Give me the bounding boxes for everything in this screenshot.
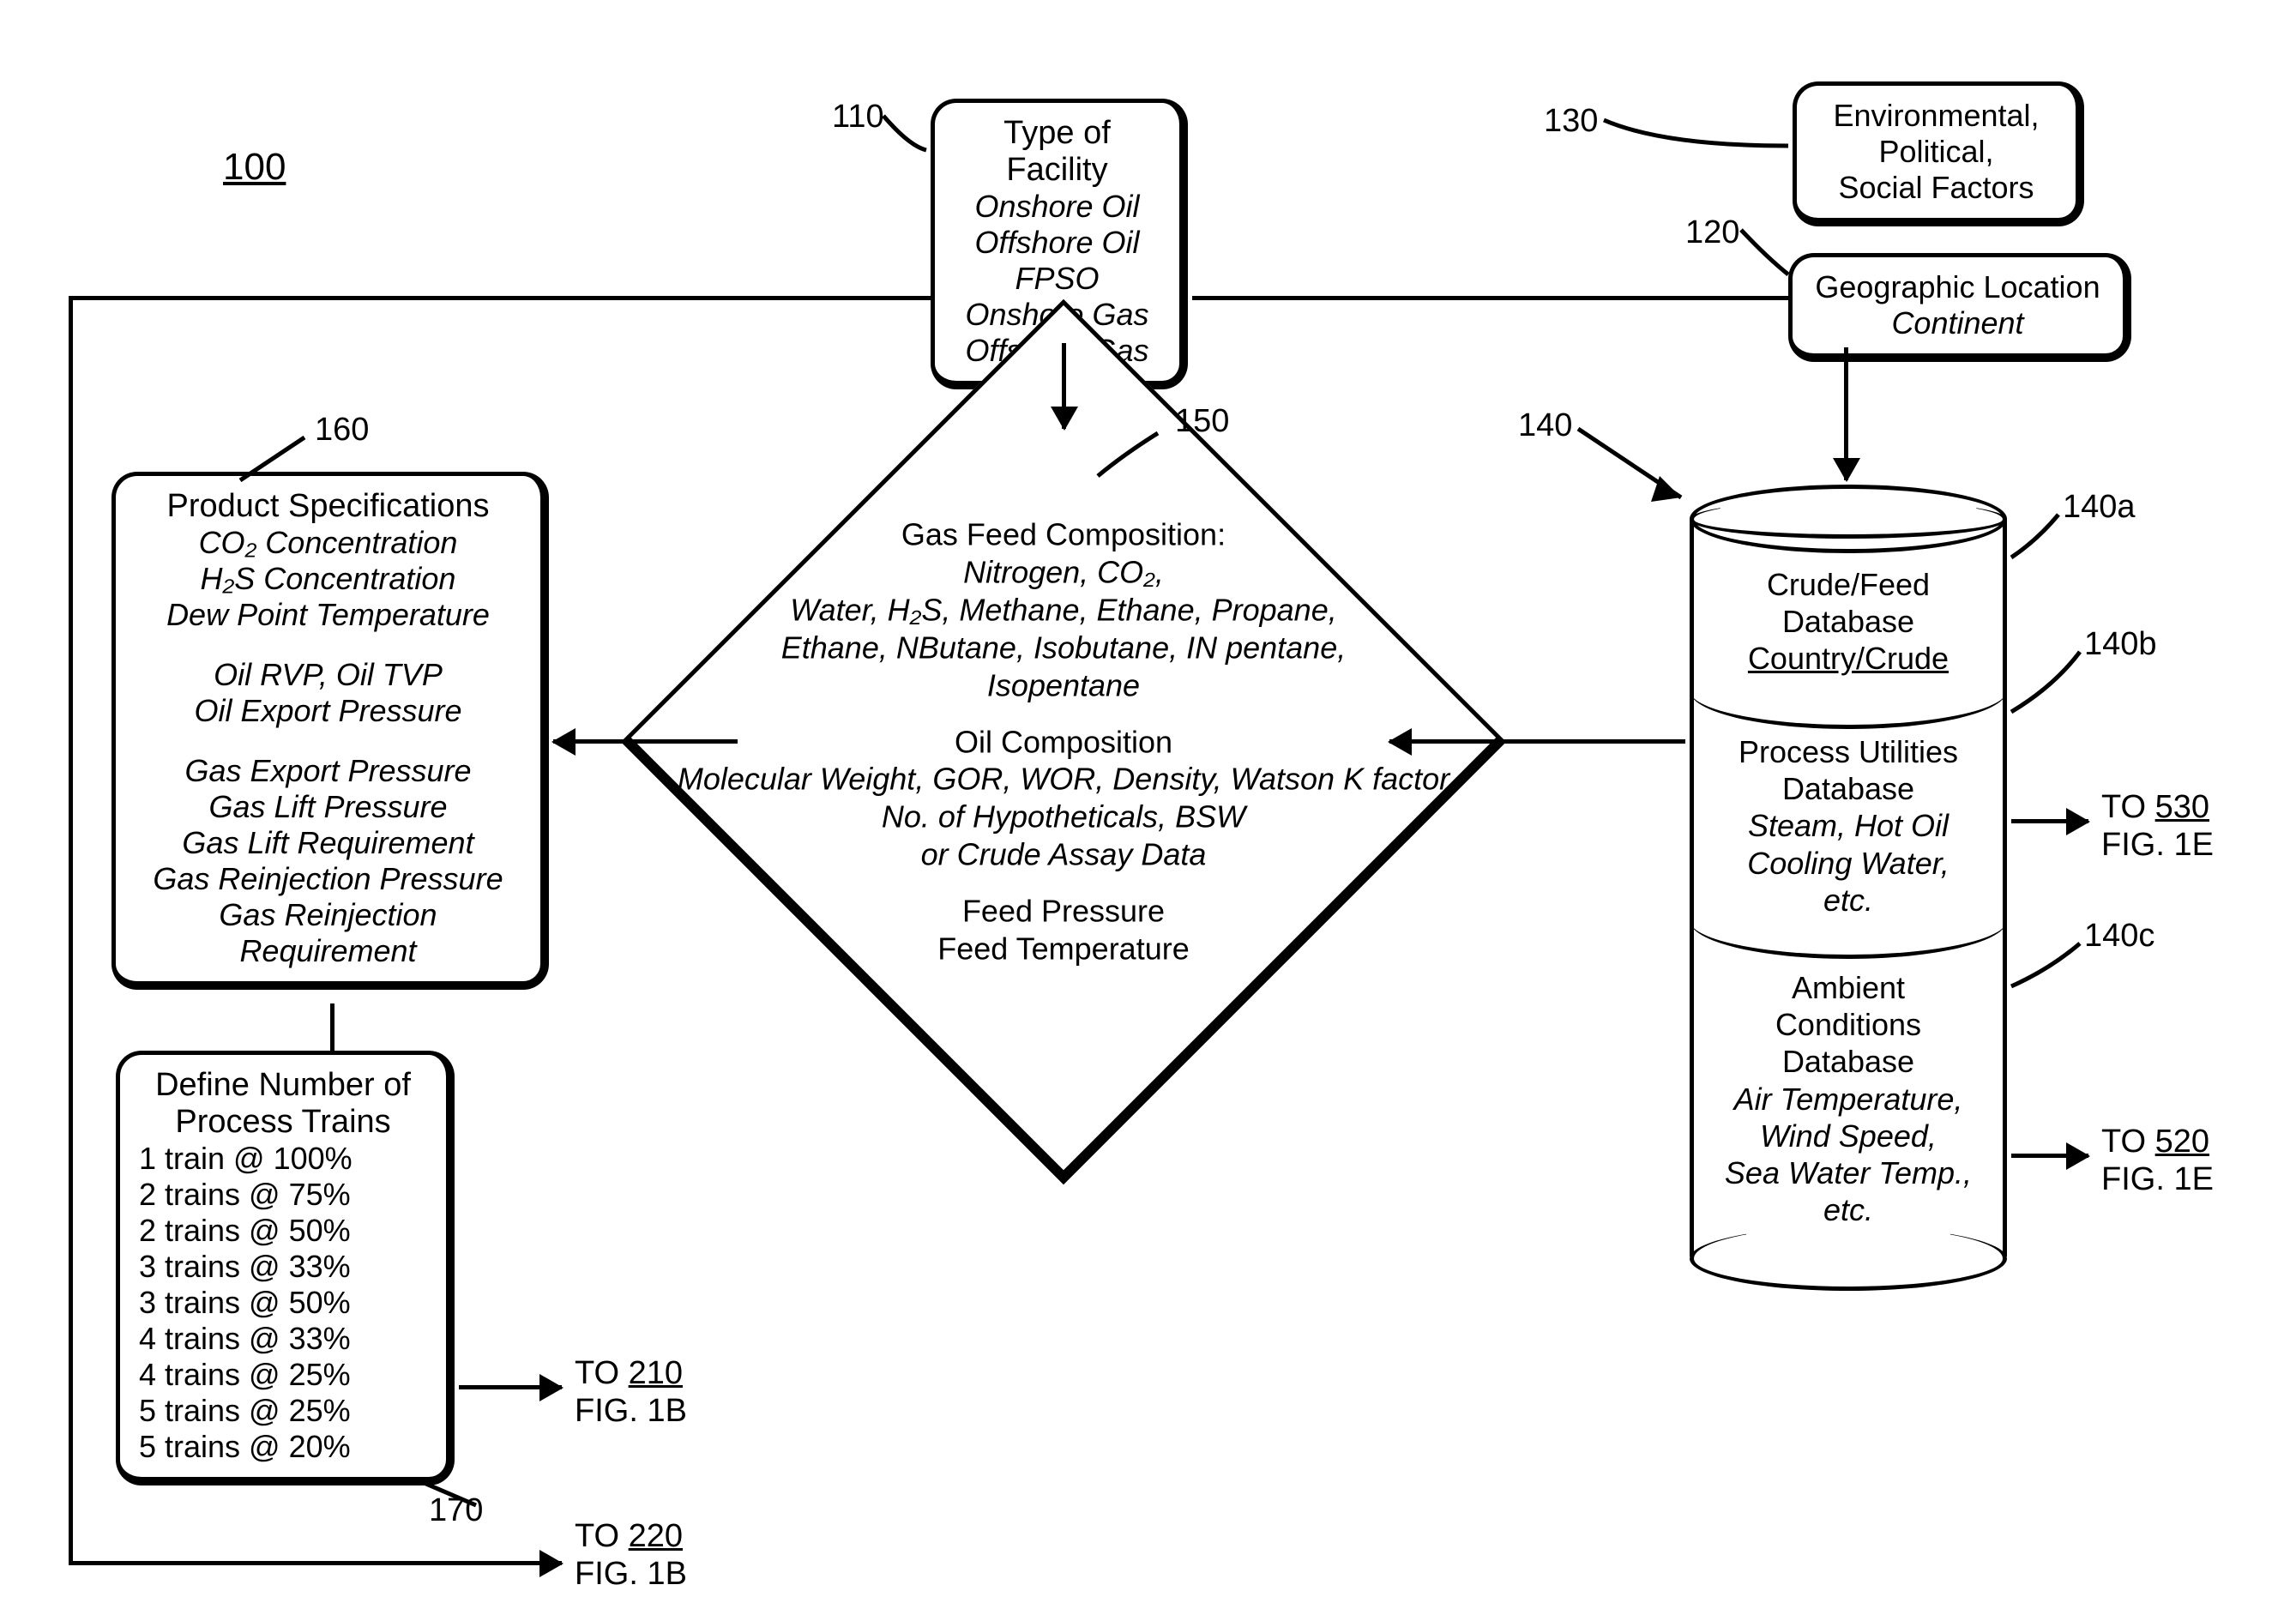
- arrow-150-to-160: [553, 739, 738, 744]
- cylinder-top-inner: [1690, 500, 2007, 539]
- outlink-530: TO 530 FIG. 1E: [2101, 789, 2214, 864]
- d150-g1-l4: Isopentane: [563, 666, 1564, 704]
- d150-g3-l1: Feed Pressure: [563, 893, 1564, 931]
- box-160-item: Gas Export Pressure: [135, 753, 521, 789]
- box-160-title: Product Specifications: [135, 488, 521, 525]
- box-160-item: Oil RVP, Oil TVP: [135, 657, 521, 693]
- box-160-item: Gas Lift Requirement: [135, 825, 521, 861]
- arrow-bus-to-220: [69, 1561, 562, 1565]
- db-b-sub1: Steam, Hot Oil: [1702, 807, 1994, 844]
- db-b-sub2: Cooling Water,: [1702, 845, 1994, 882]
- d150-g1-l2: Water, H₂S, Methane, Ethane, Propane,: [563, 591, 1564, 629]
- db-b-title2: Database: [1702, 770, 1994, 807]
- box-170-item: 3 trains @ 33%: [139, 1249, 427, 1285]
- db-a-sub: Country/Crude: [1702, 640, 1994, 677]
- db-c-sub4: etc.: [1702, 1191, 1994, 1228]
- db-a-title1: Crude/Feed: [1702, 566, 1994, 603]
- box-environmental-factors: Environmental, Political, Social Factors: [1793, 81, 2084, 226]
- arrow-110-to-150: [1062, 343, 1066, 429]
- arrow-120-to-140: [1844, 347, 1848, 480]
- bus-right: [1192, 296, 1788, 300]
- db-b-sub3: etc.: [1702, 882, 1994, 919]
- d150-g3-l2: Feed Temperature: [563, 931, 1564, 968]
- cylinder-bottom-cap: [1690, 1226, 2007, 1291]
- box-170-item: 5 trains @ 20%: [139, 1429, 427, 1465]
- box-160-item: Oil Export Pressure: [135, 693, 521, 729]
- box-product-specifications: Product Specifications CO₂ Concentration…: [111, 472, 549, 990]
- box-130-line: Political,: [1816, 134, 2057, 170]
- d150-g1-l3: Ethane, NButane, Isobutane, IN pentane,: [563, 629, 1564, 666]
- outlink-220: TO 220 FIG. 1B: [575, 1518, 687, 1593]
- cylinder-sep-1: [1690, 690, 2007, 729]
- database-cylinder: Crude/Feed Database Country/Crude Proces…: [1690, 519, 2007, 1256]
- ref-110: 110: [832, 99, 884, 136]
- box-110-item: FPSO: [954, 261, 1160, 297]
- ref-140: 140: [1518, 407, 1572, 445]
- box-110-item: Onshore Oil: [954, 189, 1160, 225]
- db-c-sub3: Sea Water Temp.,: [1702, 1154, 1994, 1191]
- figure-number: 100: [223, 146, 286, 190]
- box-170-item: 3 trains @ 50%: [139, 1285, 427, 1321]
- cylinder-sep-2: [1690, 920, 2007, 959]
- ref-120: 120: [1685, 214, 1739, 252]
- ref-130: 130: [1544, 103, 1598, 141]
- d150-g1-title: Gas Feed Composition:: [563, 516, 1564, 554]
- box-160-item: CO₂ Concentration: [135, 525, 521, 561]
- box-geographic-location: Geographic Location Continent: [1788, 253, 2131, 362]
- box-130-line: Environmental,: [1816, 98, 2057, 134]
- db-a-title2: Database: [1702, 603, 1994, 640]
- bus-left-drop: [69, 296, 73, 1565]
- box-170-item: 2 trains @ 50%: [139, 1213, 427, 1249]
- ref-140c: 140c: [2084, 918, 2154, 955]
- box-110-item: Offshore Oil: [954, 225, 1160, 261]
- ref-140b: 140b: [2084, 626, 2157, 664]
- d150-g2-l2: No. of Hypotheticals, BSW: [563, 798, 1564, 836]
- box-110-title: Type of Facility: [954, 115, 1160, 189]
- outlink-210: TO 210 FIG. 1B: [575, 1355, 687, 1430]
- box-160-item: Gas Lift Pressure: [135, 789, 521, 825]
- arrow-170-to-210: [459, 1385, 562, 1389]
- arrow-140-to-150: [1389, 739, 1685, 744]
- ref-150: 150: [1175, 403, 1229, 441]
- box-170-item: 4 trains @ 33%: [139, 1321, 427, 1357]
- db-c-sub1: Air Temperature,: [1702, 1081, 1994, 1118]
- box-170-title2: Process Trains: [139, 1104, 427, 1141]
- box-160-item: Gas Reinjection Pressure: [135, 861, 521, 897]
- arrow-140b-to-530: [2011, 819, 2088, 823]
- db-c-sub2: Wind Speed,: [1702, 1118, 1994, 1154]
- box-160-item: Dew Point Temperature: [135, 597, 521, 633]
- bus-left: [69, 296, 931, 300]
- box-160-item: H₂S Concentration: [135, 561, 521, 597]
- box-170-item: 2 trains @ 75%: [139, 1177, 427, 1213]
- arrow-140c-to-520: [2011, 1154, 2088, 1158]
- outlink-520: TO 520 FIG. 1E: [2101, 1124, 2214, 1198]
- d150-g2-l1: Molecular Weight, GOR, WOR, Density, Wat…: [563, 761, 1564, 798]
- ref-160: 160: [315, 412, 369, 449]
- decision-feed-composition: Gas Feed Composition: Nitrogen, CO₂, Wat…: [750, 429, 1377, 1055]
- d150-g1-l1: Nitrogen, CO₂,: [563, 553, 1564, 591]
- connector-160-to-170: [330, 1003, 334, 1051]
- box-130-line: Social Factors: [1816, 170, 2057, 206]
- box-160-item: Gas Reinjection Requirement: [135, 897, 521, 969]
- db-c-title3: Database: [1702, 1043, 1994, 1080]
- diagram-canvas: 100 Type of Facility Onshore Oil Offshor…: [0, 0, 2296, 1615]
- ref-170: 170: [429, 1492, 483, 1530]
- ref-140a: 140a: [2063, 489, 2136, 527]
- db-c-title2: Conditions: [1702, 1006, 1994, 1043]
- db-c-title1: Ambient: [1702, 969, 1994, 1006]
- db-b-title1: Process Utilities: [1702, 733, 1994, 770]
- box-170-item: 4 trains @ 25%: [139, 1357, 427, 1393]
- box-120-title: Geographic Location: [1811, 269, 2104, 305]
- box-170-item: 5 trains @ 25%: [139, 1393, 427, 1429]
- box-170-item: 1 train @ 100%: [139, 1141, 427, 1177]
- box-170-title1: Define Number of: [139, 1067, 427, 1104]
- box-120-sub: Continent: [1811, 305, 2104, 341]
- d150-g2-l3: or Crude Assay Data: [563, 836, 1564, 874]
- box-process-trains: Define Number of Process Trains 1 train …: [116, 1051, 455, 1485]
